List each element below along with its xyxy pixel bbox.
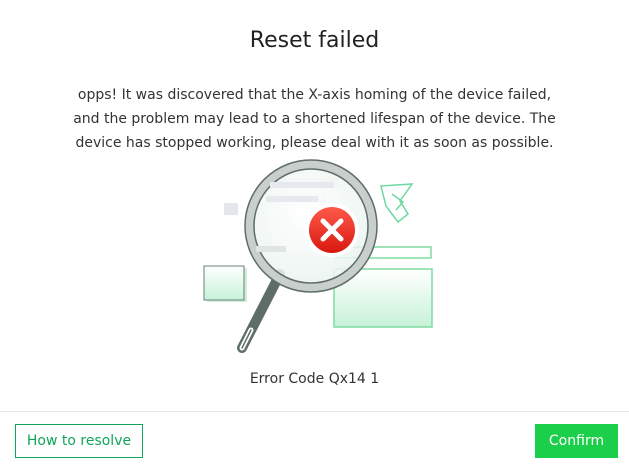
dialog-title: Reset failed [249,28,380,53]
error-code: Error Code Qx14 1 [249,371,380,387]
magnifier-error-icon [196,156,436,360]
how-to-resolve-button[interactable]: How to resolve [15,424,143,458]
footer-divider [0,411,629,412]
reset-failed-dialog: Reset failed opps! It was discovered tha… [0,0,629,464]
dialog-message: opps! It was discovered that the X-axis … [73,87,556,151]
confirm-button[interactable]: Confirm [535,424,618,458]
